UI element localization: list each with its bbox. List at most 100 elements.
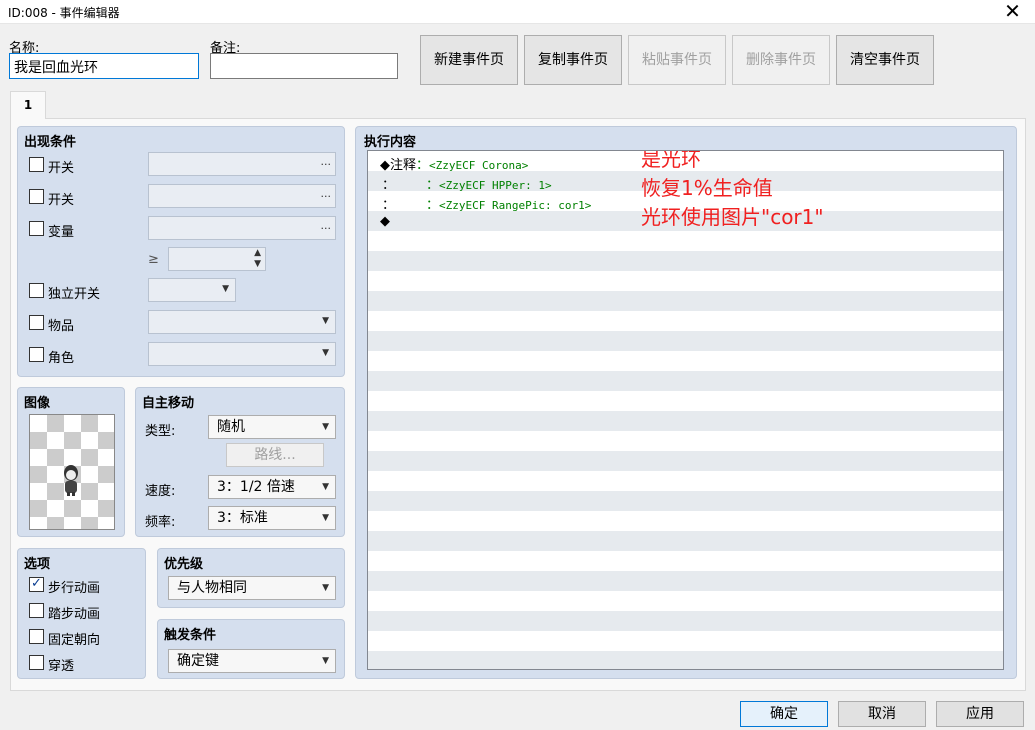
- title-bar: ID:008 - 事件编辑器 ✕: [0, 0, 1035, 24]
- new-page-button[interactable]: 新建事件页: [420, 35, 518, 85]
- frequency-select[interactable]: 3：标准 ▼: [208, 506, 336, 530]
- list-row-stripe: [368, 511, 1003, 531]
- contents-title: 执行内容: [364, 135, 417, 150]
- variable-checkbox[interactable]: [29, 221, 44, 236]
- item-select[interactable]: ▼: [148, 310, 336, 334]
- actor-label: 角色: [48, 351, 75, 366]
- direction-fix-checkbox[interactable]: [29, 629, 44, 644]
- priority-value: 与人物相同: [177, 580, 247, 596]
- list-row-stripe: [368, 411, 1003, 431]
- list-row-stripe: [368, 331, 1003, 351]
- options-panel: 选项 ✓ 步行动画 踏步动画 固定朝向 穿透: [17, 548, 146, 679]
- annotation-text: 恢复1%生命值: [641, 176, 773, 200]
- command-prefix: ◆: [380, 214, 390, 229]
- spinner-down-icon[interactable]: ▼: [254, 259, 261, 269]
- list-row-stripe: [368, 631, 1003, 651]
- type-value: 随机: [217, 419, 245, 435]
- self-switch-select[interactable]: ▼: [148, 278, 236, 302]
- tab-page-1[interactable]: 1: [10, 91, 46, 119]
- command-text: <ZzyECF HPPer: 1>: [439, 179, 552, 192]
- stepping-checkbox[interactable]: [29, 603, 44, 618]
- stepping-label: 踏步动画: [48, 607, 101, 622]
- image-title: 图像: [24, 396, 51, 411]
- walking-checkbox[interactable]: ✓: [29, 577, 44, 592]
- apply-button[interactable]: 应用: [936, 701, 1024, 727]
- frequency-value: 3：标准: [217, 510, 268, 526]
- priority-select[interactable]: 与人物相同 ▼: [168, 576, 336, 600]
- list-row-stripe: [368, 551, 1003, 571]
- switch1-field[interactable]: ...: [148, 152, 336, 176]
- autonomous-panel: 自主移动 类型: 随机 ▼ 路线... 速度: 3：1/2 倍速 ▼ 频率: 3：标…: [135, 387, 345, 537]
- switch1-label: 开关: [48, 161, 75, 176]
- list-row-stripe: [368, 231, 1003, 251]
- list-row-stripe: [368, 291, 1003, 311]
- self-switch-checkbox[interactable]: [29, 283, 44, 298]
- command-text: <ZzyECF RangePic: cor1>: [439, 199, 592, 212]
- switch2-field[interactable]: ...: [148, 184, 336, 208]
- self-switch-label: 独立开关: [48, 287, 101, 302]
- command-line[interactable]: ：：<ZzyECF RangePic: cor1>: [382, 194, 591, 213]
- speed-label: 速度:: [145, 484, 176, 499]
- ok-button[interactable]: 确定: [740, 701, 828, 727]
- close-icon[interactable]: ✕: [990, 0, 1035, 24]
- switch2-checkbox[interactable]: [29, 189, 44, 204]
- trigger-value: 确定键: [177, 653, 219, 669]
- command-prefix: ：: [382, 198, 396, 213]
- actor-select[interactable]: ▼: [148, 342, 336, 366]
- command-line[interactable]: ◆: [380, 214, 390, 229]
- route-button[interactable]: 路线...: [226, 443, 324, 467]
- dropdown-arrow-icon: ▼: [322, 348, 329, 358]
- event-command-list[interactable]: ◆注释：<ZzyECF Corona> ：：<ZzyECF HPPer: 1> …: [367, 150, 1004, 670]
- command-line[interactable]: ：：<ZzyECF HPPer: 1>: [382, 174, 552, 193]
- list-row-stripe: [368, 311, 1003, 331]
- actor-checkbox[interactable]: [29, 347, 44, 362]
- window-title: ID:008 - 事件编辑器: [8, 6, 120, 20]
- character-sprite-icon: [64, 465, 78, 496]
- command-text: <ZzyECF Corona>: [429, 159, 529, 172]
- speed-value: 3：1/2 倍速: [217, 479, 295, 495]
- through-checkbox[interactable]: [29, 655, 44, 670]
- list-row-stripe: [368, 251, 1003, 271]
- list-row-stripe: [368, 491, 1003, 511]
- image-preview[interactable]: [29, 414, 115, 530]
- check-icon: ✓: [31, 576, 42, 591]
- type-select[interactable]: 随机 ▼: [208, 415, 336, 439]
- through-label: 穿透: [48, 659, 75, 674]
- speed-select[interactable]: 3：1/2 倍速 ▼: [208, 475, 336, 499]
- priority-title: 优先级: [164, 557, 204, 572]
- command-sep: ：: [416, 158, 430, 173]
- image-panel: 图像: [17, 387, 125, 537]
- note-input[interactable]: [210, 53, 398, 79]
- item-checkbox[interactable]: [29, 315, 44, 330]
- list-row-stripe: [368, 591, 1003, 611]
- autonomous-title: 自主移动: [142, 396, 195, 411]
- trigger-select[interactable]: 确定键 ▼: [168, 649, 336, 673]
- ellipsis-icon: ...: [320, 219, 332, 232]
- cancel-button[interactable]: 取消: [838, 701, 926, 727]
- trigger-panel: 触发条件 确定键 ▼: [157, 619, 345, 679]
- command-line[interactable]: ◆注释：<ZzyECF Corona>: [380, 154, 528, 173]
- variable-value-spinner[interactable]: ▲ ▼: [168, 247, 266, 271]
- delete-page-button[interactable]: 删除事件页: [732, 35, 830, 85]
- command-sep: ：: [426, 198, 440, 213]
- list-row-stripe: [368, 571, 1003, 591]
- dropdown-arrow-icon: ▼: [322, 656, 329, 666]
- item-label: 物品: [48, 319, 75, 334]
- variable-field[interactable]: ...: [148, 216, 336, 240]
- conditions-title: 出现条件: [24, 135, 77, 150]
- copy-page-button[interactable]: 复制事件页: [524, 35, 622, 85]
- command-prefix: ：: [382, 178, 396, 193]
- list-row-stripe: [368, 271, 1003, 291]
- dropdown-arrow-icon: ▼: [322, 422, 329, 432]
- list-row-stripe: [368, 611, 1003, 631]
- clear-page-button[interactable]: 清空事件页: [836, 35, 934, 85]
- name-input[interactable]: 我是回血光环: [9, 53, 199, 79]
- list-row-stripe: [368, 651, 1003, 669]
- dropdown-arrow-icon: ▼: [222, 284, 229, 294]
- conditions-panel: 出现条件 开关 ... 开关 ... 变量 ... ≥ ▲ ▼ 独立开关 ▼ 物…: [17, 126, 345, 377]
- paste-page-button[interactable]: 粘贴事件页: [628, 35, 726, 85]
- list-row-stripe: [368, 431, 1003, 451]
- switch1-checkbox[interactable]: [29, 157, 44, 172]
- spinner-up-icon[interactable]: ▲: [254, 248, 261, 258]
- dropdown-arrow-icon: ▼: [322, 482, 329, 492]
